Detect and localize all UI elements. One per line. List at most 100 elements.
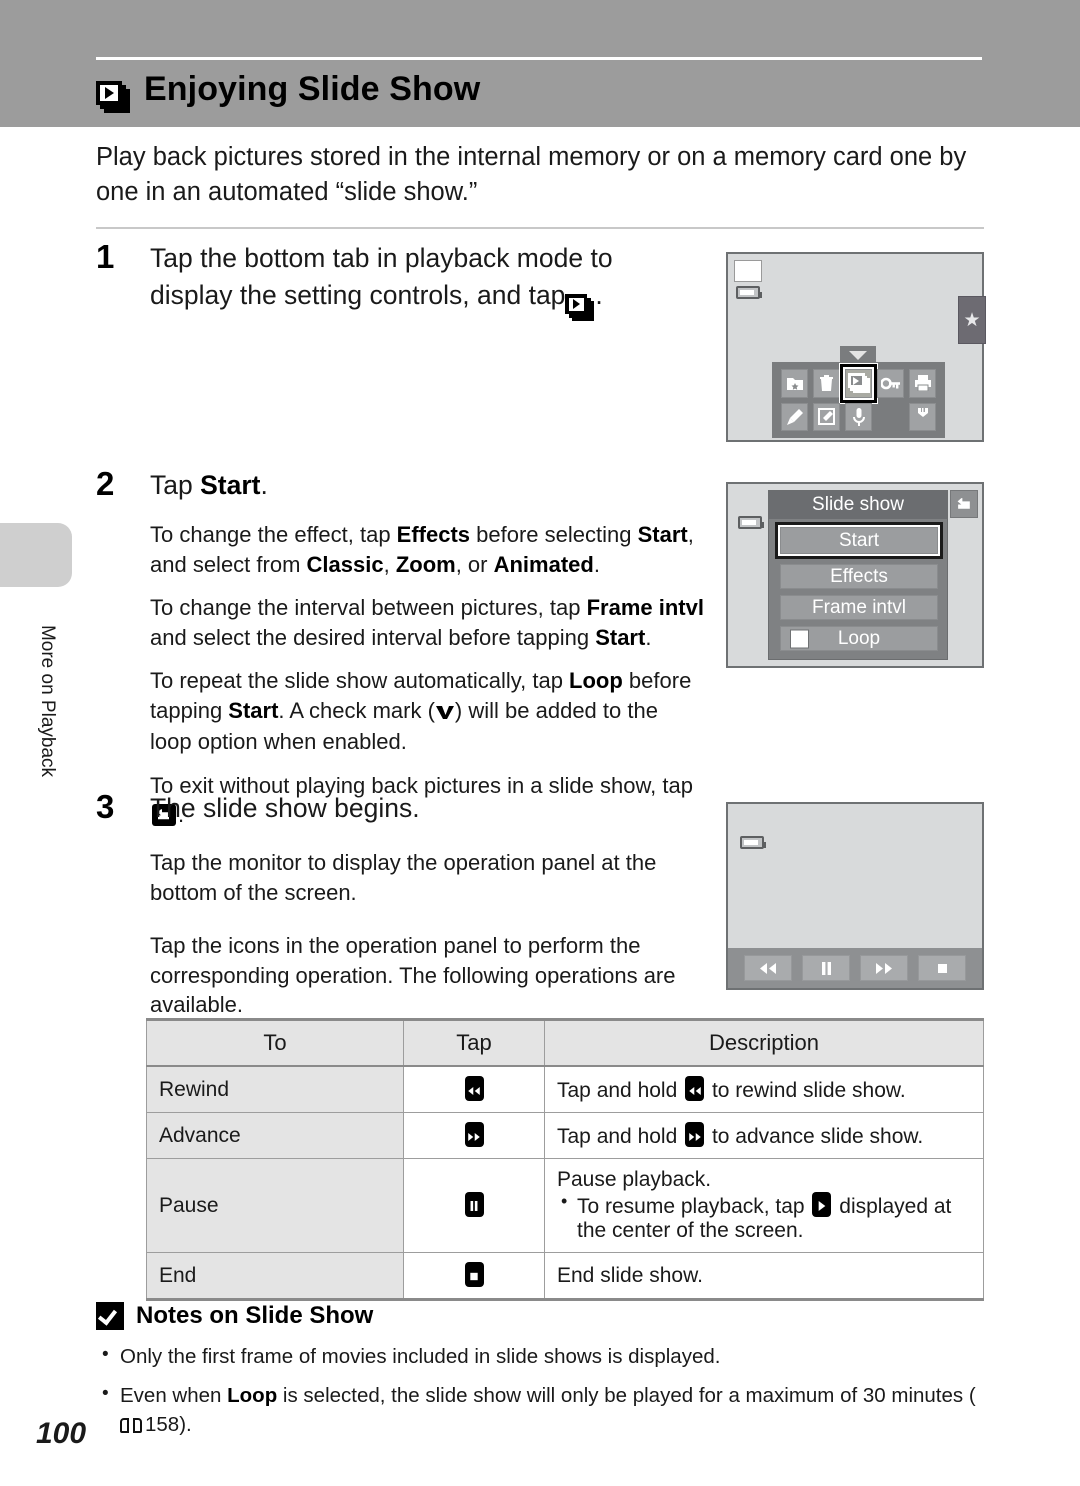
table-row: Advance Tap and hold to advance slide sh… (146, 1112, 984, 1159)
column-header-description: Description (544, 1018, 984, 1067)
page-title-text: Enjoying Slide Show (144, 70, 481, 108)
row-end-label: End (146, 1252, 404, 1301)
loop-checkbox[interactable] (790, 629, 809, 648)
step-3: 3 The slide show begins. Tap the monitor… (96, 788, 716, 1017)
camera-screen-slideshow-menu: Slide show Start Effects Frame intvl Loo… (726, 482, 984, 668)
key-lock-icon[interactable] (877, 369, 904, 398)
row-pause-tap (403, 1158, 545, 1253)
step-2-para-interval: To change the interval between pictures,… (150, 595, 704, 650)
step-1-heading: Tap the bottom tab in playback mode to d… (150, 240, 670, 321)
rewind-icon[interactable] (744, 955, 792, 981)
advance-icon[interactable] (860, 955, 908, 981)
row-pause-description: Pause playback. To resume playback, tap … (544, 1158, 984, 1253)
playback-options-grid (772, 362, 945, 438)
rewind-icon (464, 1076, 484, 1101)
battery-icon (738, 516, 764, 529)
notes-heading: Notes on Slide Show (96, 1302, 373, 1330)
step-2-heading: Tap Start. (150, 467, 670, 504)
list-item: Even when Loop is selected, the slide sh… (96, 1379, 986, 1439)
step-3-number: 3 (96, 788, 115, 825)
row-advance-tap (403, 1112, 545, 1159)
trash-icon[interactable] (813, 369, 840, 398)
menu-title: Slide show (769, 491, 947, 519)
table-row: End End slide show. (146, 1252, 984, 1301)
camera-screen-slideshow-playing (726, 802, 984, 990)
row-rewind-label: Rewind (146, 1065, 404, 1113)
advance-icon (685, 1122, 705, 1147)
step-1-heading-tail: . (595, 280, 603, 310)
list-item: To resume playback, tap displayed at the… (557, 1191, 971, 1243)
intro-paragraph: Play back pictures stored in the interna… (96, 143, 967, 206)
step-2: 2 Tap Start. To change the effect, tap E… (96, 465, 716, 827)
camera-screen-playback-controls: ★ (726, 252, 986, 442)
table-row: Rewind Tap and hold to rewind slide show… (146, 1065, 984, 1113)
step-2-heading-bold: Start (200, 470, 261, 500)
chevron-down-icon (849, 351, 867, 360)
row-advance-description: Tap and hold to advance slide show. (544, 1112, 984, 1159)
operations-table: To Tap Description Rewind Tap and hold t… (146, 1018, 984, 1301)
row-pause-label: Pause (146, 1158, 404, 1253)
page-number: 100 (36, 1417, 87, 1450)
book-reference-icon (120, 1418, 142, 1434)
header-divider-rule (96, 57, 982, 60)
menu-item-start[interactable]: Start (775, 522, 943, 559)
step-2-heading-lead: Tap (150, 470, 201, 500)
table-header-row: To Tap Description (146, 1018, 984, 1067)
step-1-number: 1 (96, 238, 115, 275)
check-mark-icon (435, 698, 455, 728)
step-3-body: Tap the monitor to display the operation… (150, 848, 710, 1034)
list-item: Only the first frame of movies included … (96, 1340, 986, 1371)
table-row: Pause Pause playback. To resume playback… (146, 1158, 984, 1253)
slideshow-icon[interactable] (840, 364, 877, 403)
star-icon[interactable]: ★ (958, 296, 986, 344)
playback-mode-icon (734, 260, 762, 282)
step-2-heading-tail: . (260, 470, 268, 500)
step-1: 1 Tap the bottom tab in playback mode to… (96, 238, 696, 348)
row-rewind-description: Tap and hold to rewind slide show. (544, 1065, 984, 1113)
step-2-para-loop: To repeat the slide show automatically, … (150, 668, 692, 754)
step-3-para-2: Tap the icons in the operation panel to … (150, 933, 676, 1017)
row-advance-label: Advance (146, 1112, 404, 1159)
grid-empty-slot (877, 403, 904, 432)
pause-icon (464, 1192, 484, 1217)
menu-item-loop[interactable]: Loop (780, 626, 938, 651)
wrench-icon[interactable] (909, 402, 936, 431)
row-rewind-tap (403, 1065, 545, 1113)
play-icon (812, 1192, 832, 1217)
notes-heading-text: Notes on Slide Show (136, 1302, 374, 1329)
battery-icon (736, 286, 762, 299)
step-3-heading: The slide show begins. (150, 793, 420, 823)
menu-item-frame-intvl-label: Frame intvl (812, 596, 906, 618)
battery-icon (740, 836, 766, 849)
menu-item-effects-label: Effects (830, 565, 888, 587)
stop-icon (464, 1262, 484, 1287)
intro-divider (96, 227, 984, 229)
column-header-to: To (146, 1018, 404, 1067)
row-end-description: End slide show. (544, 1252, 984, 1301)
page-title: Enjoying Slide Show (96, 66, 480, 113)
menu-item-frame-intvl[interactable]: Frame intvl (780, 595, 938, 620)
menu-item-effects[interactable]: Effects (780, 564, 938, 589)
pause-icon[interactable] (802, 955, 850, 981)
operation-panel (728, 948, 982, 988)
chapter-label: More on Playback (37, 624, 58, 778)
slideshow-icon (96, 66, 132, 113)
edit-icon[interactable] (813, 402, 840, 431)
chapter-tab-marker (0, 523, 72, 587)
column-header-tap: Tap (403, 1018, 545, 1067)
favorites-folder-icon[interactable] (781, 369, 808, 398)
stop-icon[interactable] (918, 955, 966, 981)
print-icon[interactable] (909, 369, 936, 398)
slideshow-icon (565, 277, 595, 321)
menu-item-start-label: Start (838, 529, 880, 551)
advance-icon (464, 1122, 484, 1147)
microphone-icon[interactable] (845, 402, 872, 431)
step-3-para-1: Tap the monitor to display the operation… (150, 850, 657, 905)
paint-brush-icon[interactable] (781, 402, 808, 431)
caution-check-icon (96, 1302, 124, 1330)
step-2-number: 2 (96, 465, 115, 502)
back-exit-icon[interactable] (950, 490, 978, 518)
rewind-icon (685, 1076, 705, 1101)
pause-desc-line1: Pause playback. (557, 1168, 712, 1191)
pause-desc-bullets: To resume playback, tap displayed at the… (557, 1191, 971, 1243)
